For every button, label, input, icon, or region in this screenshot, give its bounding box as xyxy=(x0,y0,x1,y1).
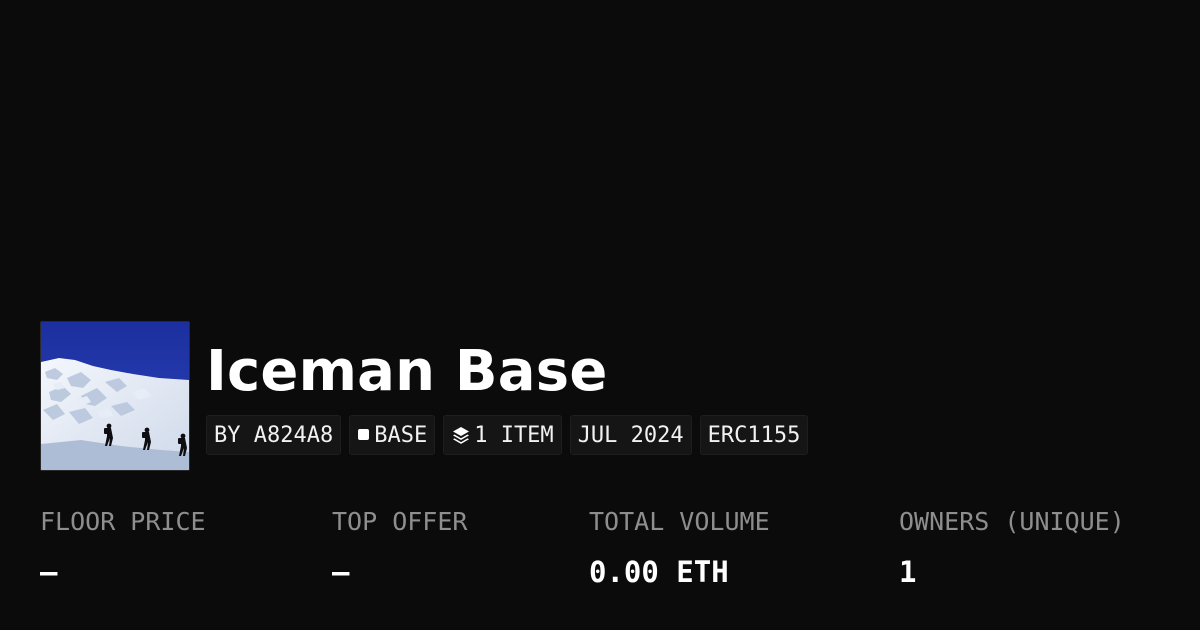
owners-label: OWNERS (UNIQUE) xyxy=(899,507,1125,536)
glacier-climbers-image xyxy=(41,322,189,470)
chain-tag: BASE xyxy=(349,415,436,455)
collection-thumbnail xyxy=(40,321,190,471)
top-offer-label: TOP OFFER xyxy=(332,507,468,536)
collection-title: Iceman Base xyxy=(206,339,608,404)
layers-icon xyxy=(451,425,471,445)
item-count-tag: 1 ITEM xyxy=(443,415,562,455)
token-standard-label: ERC1155 xyxy=(707,422,801,448)
creator-label: BY A824A8 xyxy=(214,422,334,448)
floor-price-value: – xyxy=(40,555,58,589)
date-tag: JUL 2024 xyxy=(569,415,692,455)
collection-share-card: Iceman Base BY A824A8 BASE 1 ITEM JUL 20… xyxy=(0,0,1200,630)
total-volume-label: TOTAL VOLUME xyxy=(589,507,770,536)
token-standard-tag: ERC1155 xyxy=(699,415,809,455)
owners-value: 1 xyxy=(899,555,917,589)
floor-price-label: FLOOR PRICE xyxy=(40,507,206,536)
base-chain-square-icon xyxy=(357,428,371,442)
chain-label: BASE xyxy=(374,422,428,448)
top-offer-value: – xyxy=(332,555,350,589)
item-count-label: 1 ITEM xyxy=(474,422,554,448)
date-label: JUL 2024 xyxy=(577,422,684,448)
total-volume-value: 0.00 ETH xyxy=(589,555,729,589)
collection-tags: BY A824A8 BASE 1 ITEM JUL 2024 ERC1155 xyxy=(206,415,809,455)
creator-tag: BY A824A8 xyxy=(206,415,342,455)
